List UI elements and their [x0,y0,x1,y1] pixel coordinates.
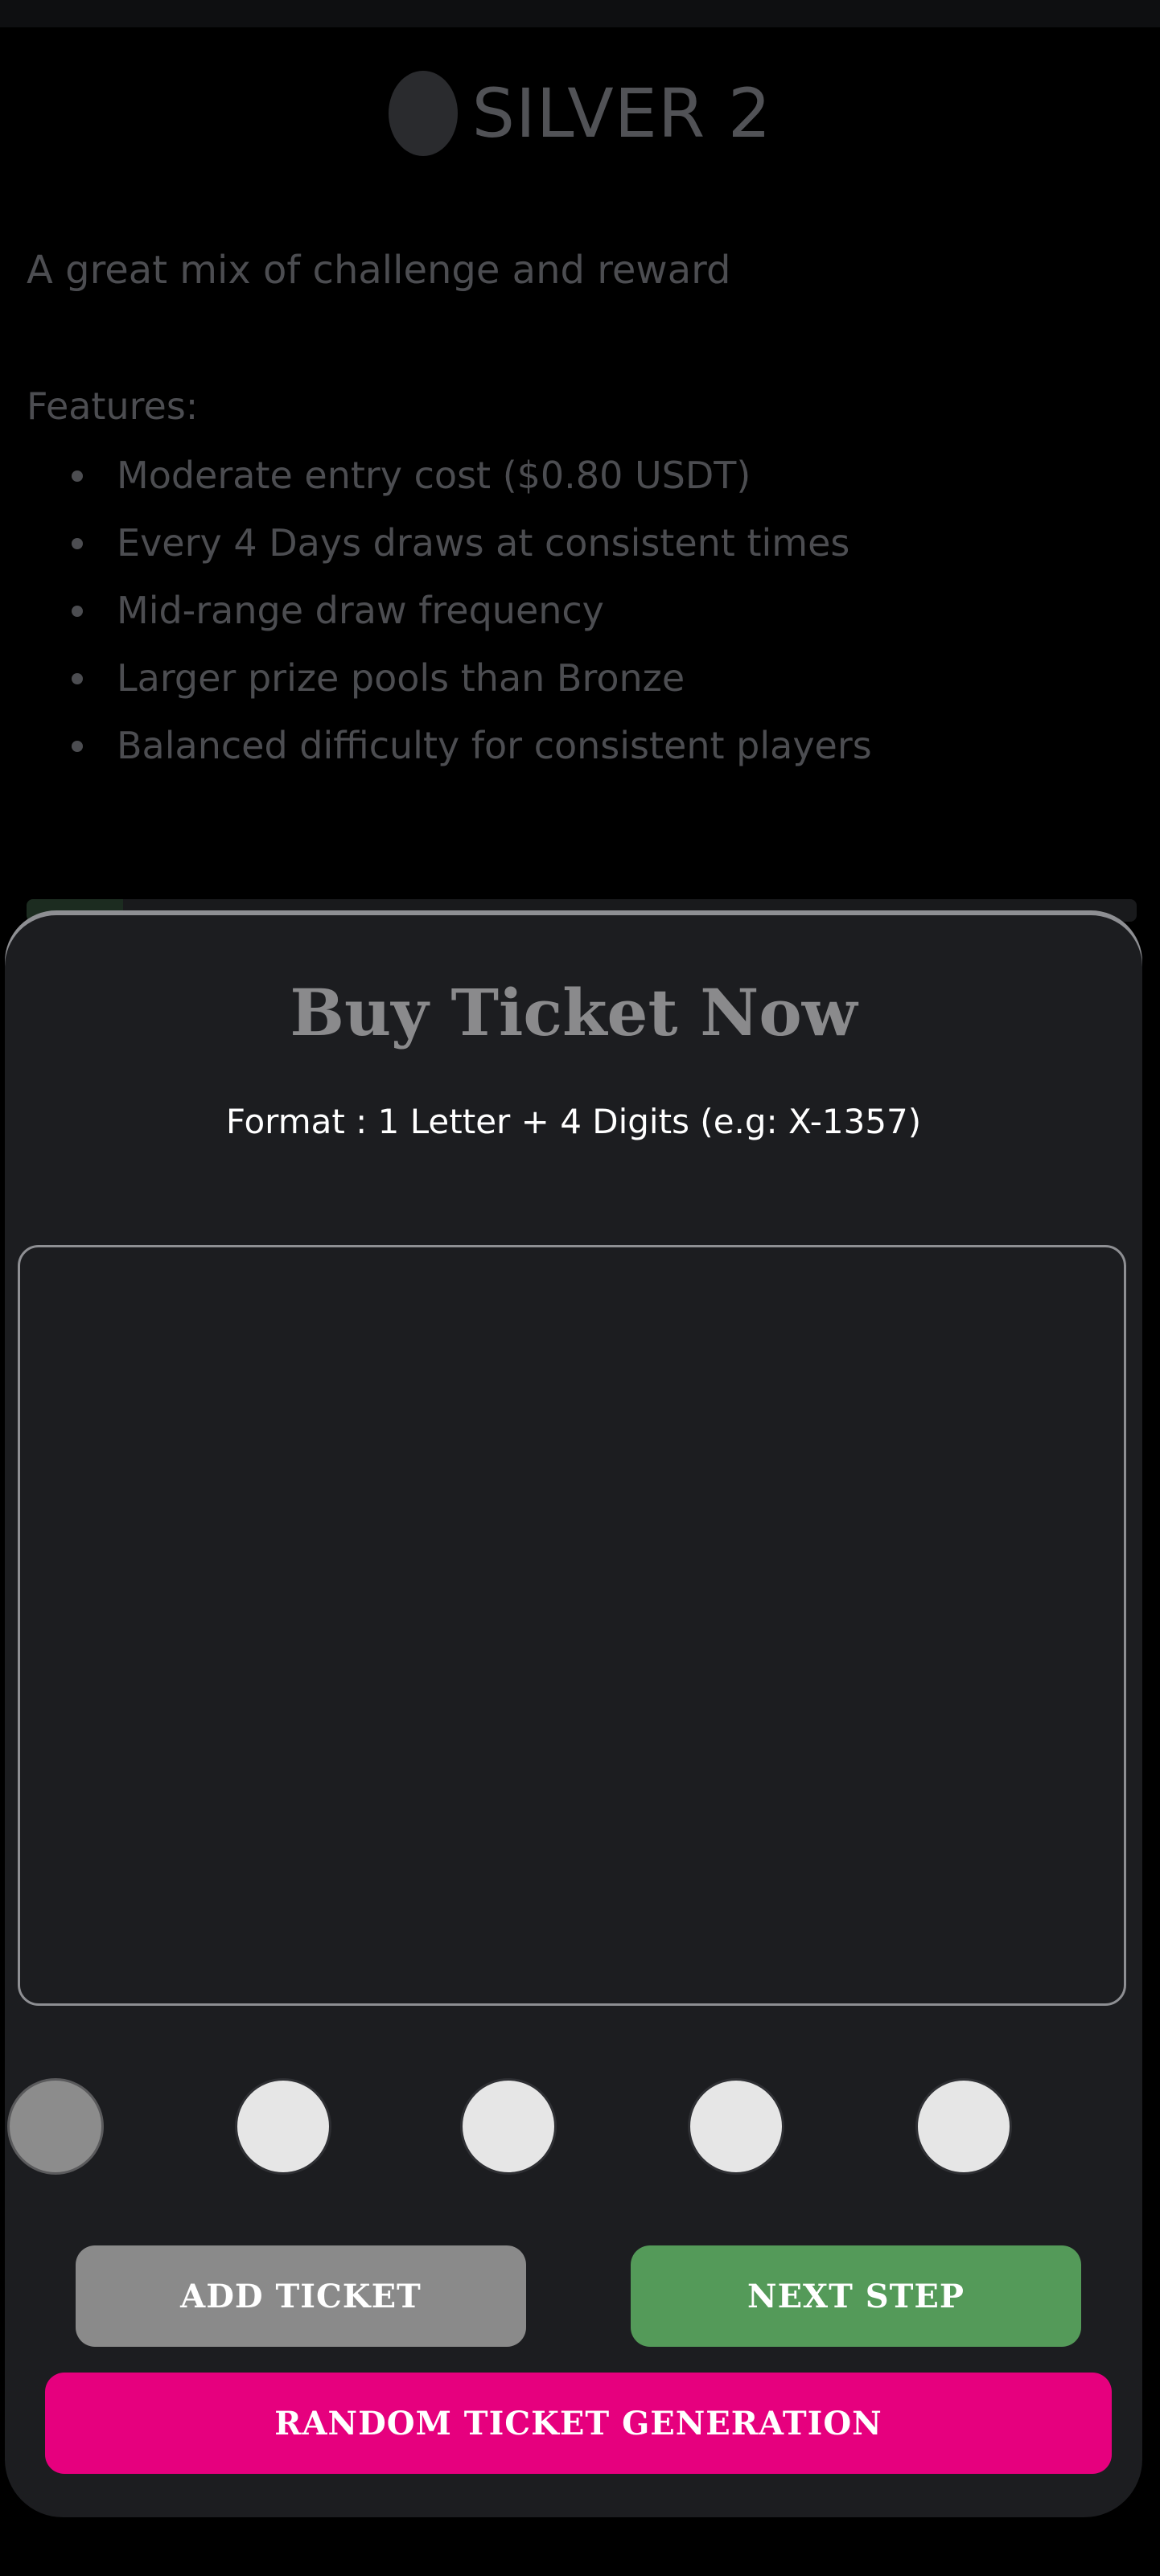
feature-item: Balanced difficulty for consistent playe… [27,719,872,787]
ticket-input[interactable] [20,1247,1124,2003]
add-ticket-button[interactable]: ADD TICKET [76,2245,526,2347]
ticket-slot-digit-2[interactable] [460,2078,557,2175]
tier-header: SILVER 2 [0,71,1160,156]
silver-medal-icon [388,71,458,156]
format-hint: Format : 1 Letter + 4 Digits (e.g: X-135… [225,1102,922,1141]
random-ticket-button[interactable]: RANDOM TICKET GENERATION [45,2373,1112,2474]
sheet-title: Buy Ticket Now [290,975,858,1050]
tier-details-background: SILVER 2 A great mix of challenge and re… [0,0,1160,922]
next-step-button[interactable]: NEXT STEP [631,2245,1081,2347]
feature-item: Moderate entry cost ($0.80 USDT) [27,449,872,516]
features-label: Features: [27,384,199,428]
tier-name: SILVER 2 [471,74,772,153]
ticket-slot-digit-4[interactable] [915,2078,1012,2175]
feature-item: Larger prize pools than Bronze [27,651,872,719]
buy-ticket-sheet: Buy Ticket Now Format : 1 Letter + 4 Dig… [5,915,1142,2517]
feature-item: Every 4 Days draws at consistent times [27,516,872,584]
ticket-slot-letter[interactable] [7,2078,104,2175]
ticket-list-box[interactable] [18,1245,1126,2006]
ticket-slot-digit-1[interactable] [235,2078,331,2175]
tier-tagline: A great mix of challenge and reward [27,248,731,293]
features-list: Moderate entry cost ($0.80 USDT) Every 4… [27,449,872,787]
ticket-slot-digit-3[interactable] [688,2078,784,2175]
feature-item: Mid-range draw frequency [27,584,872,651]
